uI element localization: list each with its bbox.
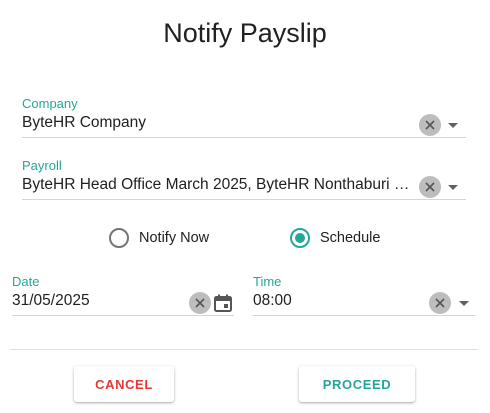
date-underline (12, 315, 234, 316)
payroll-select[interactable]: Payroll ByteHR Head Office March 2025, B… (22, 158, 466, 202)
radio-schedule-circle[interactable] (290, 228, 310, 248)
payroll-value: ByteHR Head Office March 2025, ByteHR No… (22, 176, 416, 193)
time-chevron-down-icon[interactable] (459, 301, 469, 306)
time-clear-icon[interactable] (429, 292, 451, 314)
payroll-clear-icon[interactable] (419, 176, 441, 198)
company-select[interactable]: Company ByteHR Company (22, 96, 466, 140)
time-underline (253, 315, 475, 316)
radio-schedule-label: Schedule (320, 230, 381, 246)
time-value: 08:00 (253, 292, 292, 309)
time-label: Time (253, 274, 282, 289)
radio-notify-now[interactable]: Notify Now (109, 228, 209, 248)
cancel-button[interactable]: CANCEL (74, 366, 174, 402)
date-field[interactable]: Date 31/05/2025 (12, 274, 234, 318)
company-chevron-down-icon[interactable] (448, 123, 458, 128)
time-select[interactable]: Time 08:00 (253, 274, 475, 318)
radio-notify-now-circle[interactable] (109, 228, 129, 248)
payroll-underline (22, 199, 466, 200)
payroll-label: Payroll (22, 158, 62, 173)
dialog-title: Notify Payslip (163, 18, 327, 48)
radio-notify-now-label: Notify Now (139, 230, 210, 246)
company-value: ByteHR Company (22, 114, 147, 131)
proceed-button[interactable]: PROCEED (299, 366, 415, 402)
company-clear-icon[interactable] (419, 114, 441, 136)
divider (10, 349, 478, 350)
company-label: Company (22, 96, 78, 111)
date-label: Date (12, 274, 40, 289)
company-underline (22, 137, 466, 138)
calendar-icon[interactable] (213, 293, 233, 313)
date-clear-icon[interactable] (189, 292, 211, 314)
payroll-chevron-down-icon[interactable] (448, 185, 458, 190)
date-value: 31/05/2025 (12, 292, 90, 309)
radio-schedule[interactable]: Schedule (290, 228, 380, 248)
